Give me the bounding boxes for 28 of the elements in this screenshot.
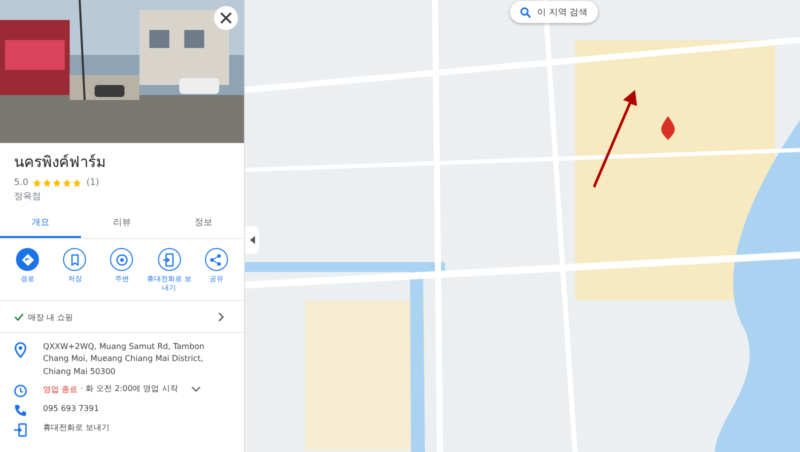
send-text: 휴대전화로 보내기 [43,422,110,434]
tab[interactable]: 리뷰 [81,208,163,238]
review-count: (1) [86,178,100,188]
location-pin-icon [14,342,27,358]
send-to-phone-icon [14,423,27,438]
expand-icon[interactable] [190,386,201,392]
chevron-icon[interactable] [218,312,224,322]
place-name: นครพิงค์ฟาร์ม [14,152,107,173]
address-text: QXXW+2WQ, Muang Samut Rd, Tambon Chang Moi, Mueang Chiang Mai District, Chiang Mai 50300 [43,340,206,378]
nearby-action-icon[interactable] [110,248,134,271]
tab[interactable]: 개요 [0,208,82,238]
opening-hours: · 화 오전 2:00에 영업 시작 [80,383,178,396]
search-this-area-button[interactable]: 이 지역 검색 [510,1,598,23]
caret-icon [250,236,254,244]
search-icon [520,6,531,18]
tab[interactable]: 정보 [162,208,244,238]
clock-icon [14,384,27,398]
shopping-label: 매장 내 쇼핑 [28,312,74,323]
directions-action-icon[interactable] [16,248,40,271]
save-action-icon[interactable] [63,248,86,271]
rating-value: 5.0 [14,178,28,188]
open-status: 영업 종료 [43,384,78,395]
phone-text: 095 693 7391 [43,403,99,416]
share-action-icon[interactable] [204,248,228,271]
place-category: 정육점 [14,191,42,203]
phone-icon [14,404,27,418]
send-action-icon[interactable] [158,248,181,271]
collapse-panel-button[interactable] [245,226,259,254]
